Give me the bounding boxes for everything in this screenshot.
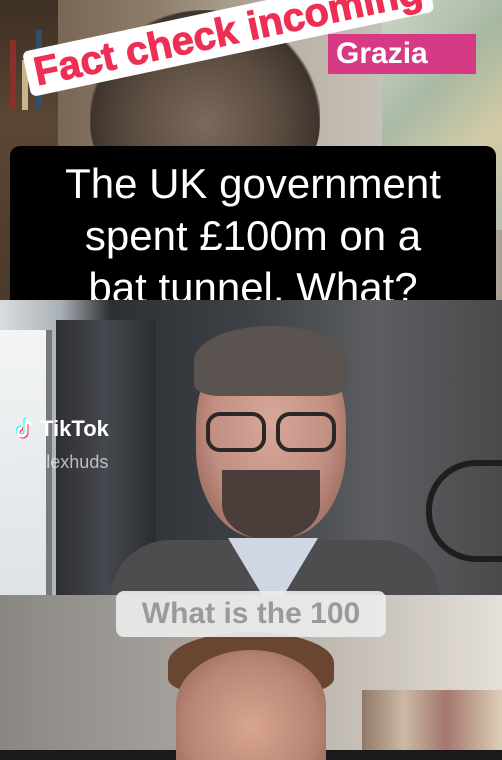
tiktok-watermark: TikTok [15, 416, 109, 442]
speaker-glasses [206, 412, 336, 452]
magazine-logo: Grazia [328, 34, 476, 74]
caption-line-1: The UK government [65, 160, 441, 207]
tiktok-logo-icon [15, 417, 36, 441]
guest-face [176, 650, 326, 760]
tiktok-brand-label: TikTok [40, 416, 109, 441]
tiktok-username: @alexhuds [18, 452, 109, 472]
speaker-hair [194, 326, 348, 396]
caption-line-2: spent £100m on a [84, 212, 422, 259]
bookshelf-background-bottom [362, 690, 502, 750]
lamp-decor [426, 460, 502, 562]
subtitle-text: What is the 100 [141, 597, 361, 630]
speaker-beard [222, 470, 320, 540]
